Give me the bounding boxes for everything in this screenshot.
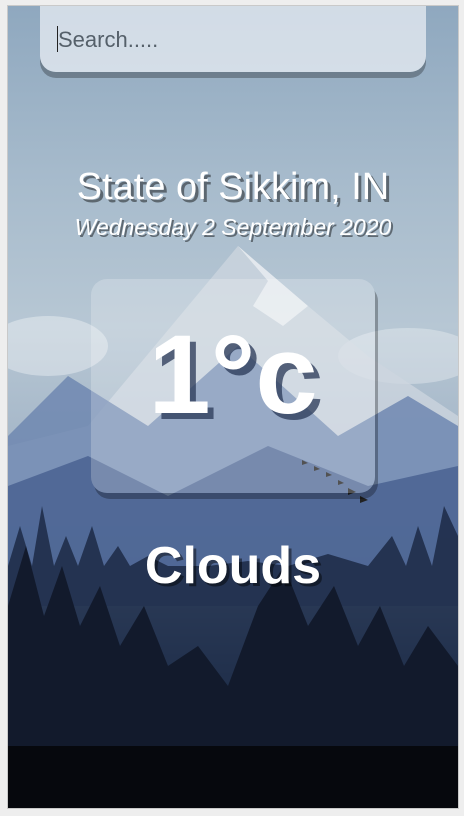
temperature-card: 1°c <box>91 279 375 493</box>
text-cursor <box>57 26 58 52</box>
temperature-value: 1°c <box>148 312 318 437</box>
date-label: Wednesday 2 September 2020 <box>74 214 392 240</box>
search-input[interactable] <box>56 22 400 58</box>
ground <box>8 746 458 808</box>
location-title: State of Sikkim, IN <box>76 166 390 208</box>
weather-condition: Clouds <box>144 537 322 595</box>
app-frame: State of Sikkim, IN Wednesday 2 Septembe… <box>8 6 458 808</box>
search-bar <box>40 6 426 72</box>
